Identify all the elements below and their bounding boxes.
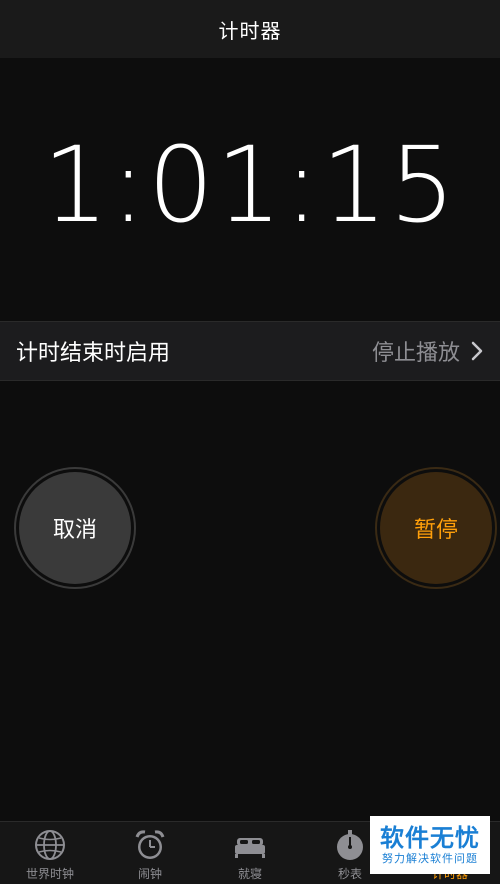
watermark-subtitle: 努力解决软件问题 [382,852,478,865]
pause-button[interactable]: 暂停 [380,472,492,584]
chevron-right-icon [471,341,483,361]
watermark-title: 软件无忧 [380,824,480,852]
globe-icon [35,830,65,860]
tab-world-clock[interactable]: 世界时钟 [0,822,100,884]
tab-label-world-clock: 世界时钟 [25,867,74,881]
tab-alarm[interactable]: 闹钟 [100,822,200,884]
bed-icon [235,838,265,858]
when-timer-ends-value-group: 停止播放 [372,335,484,367]
tab-bedtime[interactable]: 就寝 [200,822,300,884]
page-title: 计时器 [218,18,282,43]
when-timer-ends-value: 停止播放 [371,341,460,366]
when-timer-ends-label: 计时结束时启用 [16,341,171,366]
cancel-button[interactable]: 取消 [19,472,131,584]
tab-label-bedtime: 就寝 [237,867,262,881]
site-watermark: 软件无忧 努力解决软件问题 [370,816,490,874]
countdown-display: 1:01:15 [42,124,458,246]
tab-label-alarm: 闹钟 [137,867,162,881]
stopwatch-icon [337,830,363,860]
alarm-clock-icon [135,830,165,859]
when-timer-ends-row[interactable]: 计时结束时启用 停止播放 [0,321,500,381]
tab-label-stopwatch: 秒表 [337,867,362,881]
navigation-bar: 计时器 [0,0,500,58]
